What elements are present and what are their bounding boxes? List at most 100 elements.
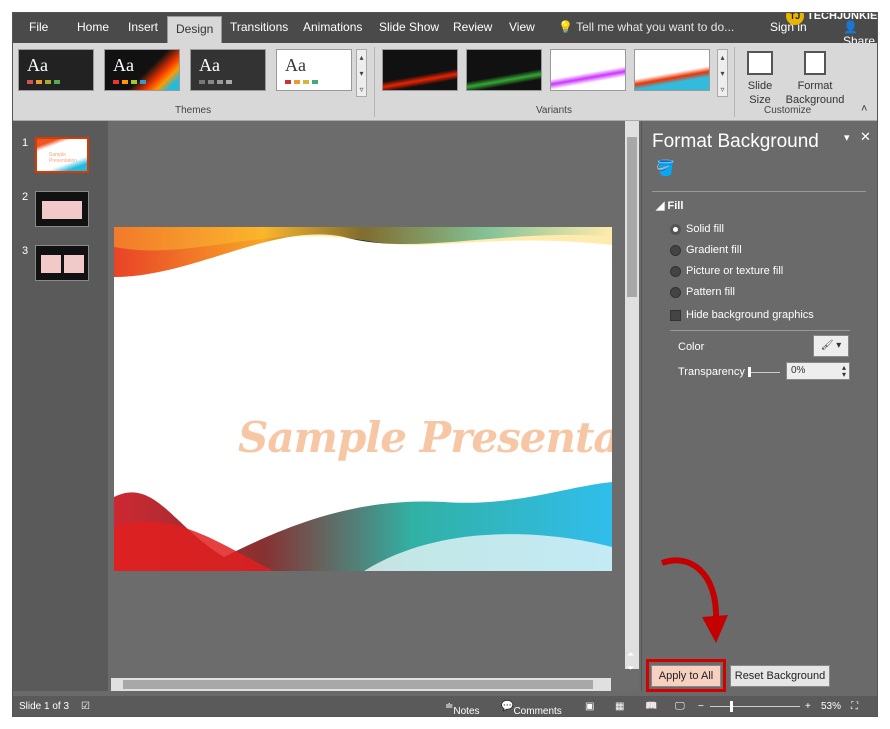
slider-thumb[interactable]	[748, 367, 751, 377]
theme-thumbnail-2[interactable]: Aa	[104, 49, 180, 91]
apply-to-all-button[interactable]: Apply to All	[651, 665, 721, 687]
slide-size-button[interactable]: Slide Size	[742, 51, 778, 107]
tab-home[interactable]: Home	[77, 20, 109, 34]
theme-sample: Aa	[199, 55, 220, 75]
picture-fill-label: Picture or texture fill	[686, 265, 784, 277]
pattern-fill-radio[interactable]: Pattern fill	[670, 286, 735, 298]
color-picker-button[interactable]: 🖌 ▾	[813, 335, 849, 357]
slideshow-view-icon[interactable]: 🖵	[675, 701, 685, 712]
slide-thumbnail-1[interactable]: Sample Presentation	[35, 137, 89, 173]
hide-background-graphics-checkbox[interactable]: Hide background graphics	[670, 309, 814, 321]
slide-background-waves	[114, 227, 612, 571]
horizontal-scrollbar[interactable]	[111, 678, 611, 691]
vertical-scrollbar[interactable]	[625, 121, 639, 669]
tab-insert[interactable]: Insert	[128, 20, 158, 34]
zoom-slider[interactable]	[710, 706, 800, 707]
variants-gallery-scroll[interactable]: ▴ ▾ ▿	[717, 49, 728, 97]
slide-size-label: Slide Size	[747, 80, 773, 106]
gradient-fill-radio[interactable]: Gradient fill	[670, 244, 742, 256]
transparency-slider[interactable]	[748, 367, 780, 377]
variant-thumbnail-1[interactable]	[382, 49, 458, 91]
slide-sorter-icon[interactable]: ▦	[615, 701, 624, 712]
solid-fill-label: Solid fill	[686, 223, 724, 235]
theme-thumbnail-1[interactable]: Aa	[18, 49, 94, 91]
picture-fill-radio[interactable]: Picture or texture fill	[670, 265, 783, 277]
slide-thumbnail-panel: 1 Sample Presentation 2 3	[13, 121, 108, 691]
pane-options-icon[interactable]: ▾	[844, 131, 850, 144]
transparency-value: 0%	[791, 365, 806, 376]
vertical-scroll-thumb[interactable]	[627, 137, 637, 297]
ribbon-tabs: File Home Insert Design Transitions Anim…	[13, 12, 878, 48]
design-ribbon: Aa Aa Aa Aa ▴ ▾ ▿ Themes ▴ ▾ ▿ Variants Slid…	[13, 43, 877, 121]
fill-bucket-icon[interactable]: 🪣	[656, 159, 675, 177]
pane-divider	[670, 330, 850, 331]
watermark-text: TECHJUNKIE	[807, 12, 878, 22]
pane-title: Format Background	[652, 131, 819, 152]
ribbon-separator	[374, 47, 375, 117]
slide-number: 1	[22, 137, 29, 149]
zoom-in-icon[interactable]: +	[805, 701, 811, 712]
hide-graphics-label: Hide background graphics	[686, 309, 814, 321]
next-slide-icon[interactable]: ⏷	[627, 663, 634, 674]
variants-group-label: Variants	[536, 105, 572, 116]
slide-number: 2	[22, 191, 29, 203]
theme-sample: Aa	[113, 55, 134, 75]
tell-me-text: Tell me what you want to do...	[576, 20, 735, 34]
techjunkie-watermark: TJ TECHJUNKIE	[786, 12, 878, 25]
slide-thumbnail-3[interactable]	[35, 245, 89, 281]
variant-thumbnail-4[interactable]	[634, 49, 710, 91]
zoom-out-icon[interactable]: −	[698, 701, 704, 712]
tab-design[interactable]: Design	[167, 16, 223, 43]
thumb-title: Sample Presentation	[49, 152, 78, 164]
fill-section-label: Fill	[667, 200, 684, 212]
theme-thumbnail-4[interactable]: Aa	[276, 49, 352, 91]
prev-slide-icon[interactable]: ⏶	[627, 649, 634, 660]
variant-thumbnail-3[interactable]	[550, 49, 626, 91]
tab-animations[interactable]: Animations	[303, 20, 362, 34]
tab-transitions[interactable]: Transitions	[230, 20, 288, 34]
color-label: Color	[678, 341, 705, 353]
slide-thumbnail-2[interactable]	[35, 191, 89, 227]
collapse-ribbon-icon[interactable]: ˄	[861, 103, 867, 115]
tab-slide-show[interactable]: Slide Show	[379, 20, 439, 34]
comments-button[interactable]: 💬 Comments	[501, 701, 562, 716]
zoom-slider-thumb[interactable]	[730, 701, 733, 712]
close-icon[interactable]: ✕	[860, 129, 871, 145]
zoom-level[interactable]: 53%	[821, 701, 841, 712]
fill-section-header[interactable]: ◢ Fill	[656, 199, 683, 212]
solid-fill-radio[interactable]: Solid fill	[670, 223, 724, 235]
theme-sample: Aa	[285, 55, 306, 75]
format-background-icon	[804, 51, 826, 75]
normal-view-icon[interactable]: ▣	[585, 701, 594, 712]
variant-thumbnail-2[interactable]	[466, 49, 542, 91]
pane-divider	[652, 191, 866, 192]
watermark-logo-icon: TJ	[786, 13, 804, 25]
spelling-icon[interactable]: ☑	[81, 701, 90, 712]
fit-to-window-icon[interactable]: ⛶	[851, 701, 858, 712]
tab-view[interactable]: View	[509, 20, 535, 34]
format-background-label: Format Background	[785, 80, 845, 106]
ribbon-separator	[734, 47, 735, 117]
theme-sample: Aa	[27, 55, 48, 75]
tell-me-search[interactable]: 💡 Tell me what you want to do...	[558, 20, 734, 34]
format-background-button[interactable]: Format Background	[783, 51, 847, 107]
powerpoint-window: File Home Insert Design Transitions Anim…	[12, 12, 878, 717]
tab-review[interactable]: Review	[453, 20, 492, 34]
pattern-fill-label: Pattern fill	[686, 286, 735, 298]
slide-counter: Slide 1 of 3	[19, 701, 70, 712]
reset-background-button[interactable]: Reset Background	[730, 665, 830, 687]
theme-thumbnail-3[interactable]: Aa	[190, 49, 266, 91]
tab-file[interactable]: File	[29, 20, 48, 34]
slide-editing-area: Sample Presentation	[108, 121, 638, 691]
slide-canvas[interactable]: Sample Presentation	[114, 227, 612, 571]
red-arrow-annotation	[660, 557, 728, 643]
reading-view-icon[interactable]: 📖	[645, 701, 657, 712]
comments-label: Comments	[513, 706, 562, 717]
spinner-icon[interactable]: ▴ ▾	[842, 364, 846, 379]
slide-title[interactable]: Sample Presentation	[238, 413, 612, 462]
themes-gallery-scroll[interactable]: ▴ ▾ ▿	[356, 49, 367, 97]
transparency-input[interactable]: 0% ▴ ▾	[786, 362, 850, 380]
format-background-pane: Format Background ▾ ✕ 🪣 ◢ Fill Solid fil…	[641, 121, 877, 692]
horizontal-scroll-thumb[interactable]	[123, 680, 593, 689]
notes-button[interactable]: ≐ Notes	[445, 701, 480, 716]
